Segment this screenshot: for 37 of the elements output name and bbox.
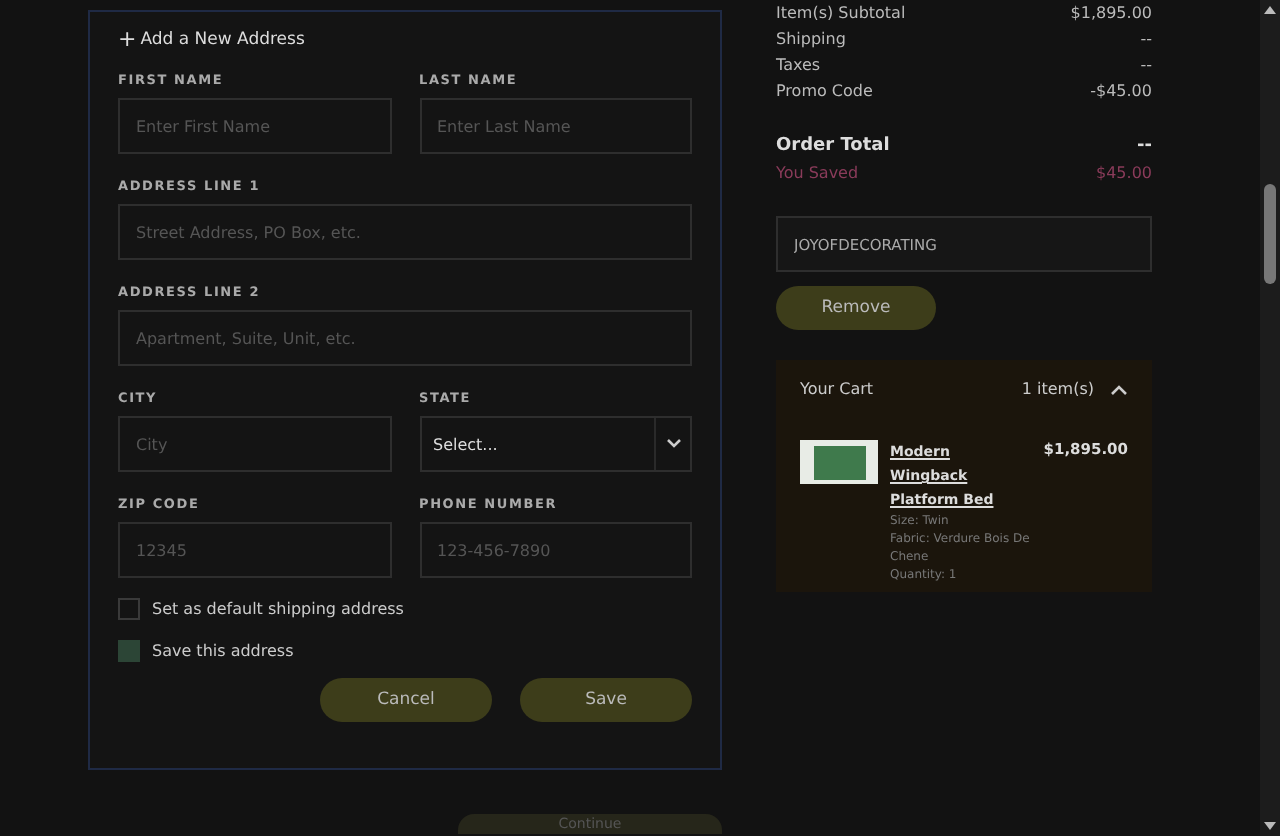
input-field[interactable]: 123-456-7890 [419,522,692,578]
cancel-button[interactable]: Cancel [320,678,492,722]
summary-label: Promo Code [776,80,873,104]
photo-placeholder [800,440,878,484]
summary-label: Taxes [776,54,821,78]
scrollbar[interactable] [1260,0,1280,836]
summary-value: -- [1140,54,1152,78]
add-address-link[interactable]: Add a New Address [140,30,305,50]
input-field[interactable]: Street Address, PO Box, etc. [118,204,692,260]
checkbox-label: Set as default shipping address [152,600,404,618]
input-field[interactable]: Apartment, Suite, Unit, etc. [118,310,692,366]
input-field[interactable]: Enter First Name [118,98,391,154]
checkbox[interactable] [118,598,140,620]
input-field[interactable]: City [118,416,391,472]
state-dropdown[interactable]: Select... [419,416,692,472]
chevron-down-icon [665,438,681,450]
savings-label: You Saved [776,162,859,186]
scroll-down-icon[interactable] [1262,820,1278,832]
summary-label: Shipping [776,28,846,52]
checkbox[interactable] [118,640,140,662]
order-total-label: Order Total [776,134,890,160]
plus-icon: + [118,30,137,50]
summary-value: $1,895.00 [1070,2,1152,26]
checkbox-label: Save this address [152,642,294,660]
summary-label: Item(s) Subtotal [776,2,906,26]
collapse-toggle[interactable] [1110,383,1128,395]
scroll-up-icon[interactable] [1262,4,1278,16]
cart-title: Your Cart [800,380,874,398]
remove-button[interactable]: Remove [776,286,936,330]
savings-value: $45.00 [1096,162,1152,186]
summary-value: -$45.00 [1090,80,1152,104]
item-count: 1 item(s) [1021,380,1094,398]
save-button[interactable]: Save [520,678,692,722]
input-field[interactable]: Enter Last Name [419,98,692,154]
input-field[interactable]: 12345 [118,522,391,578]
order-total-value: -- [1137,134,1152,160]
summary-value: -- [1140,28,1152,52]
